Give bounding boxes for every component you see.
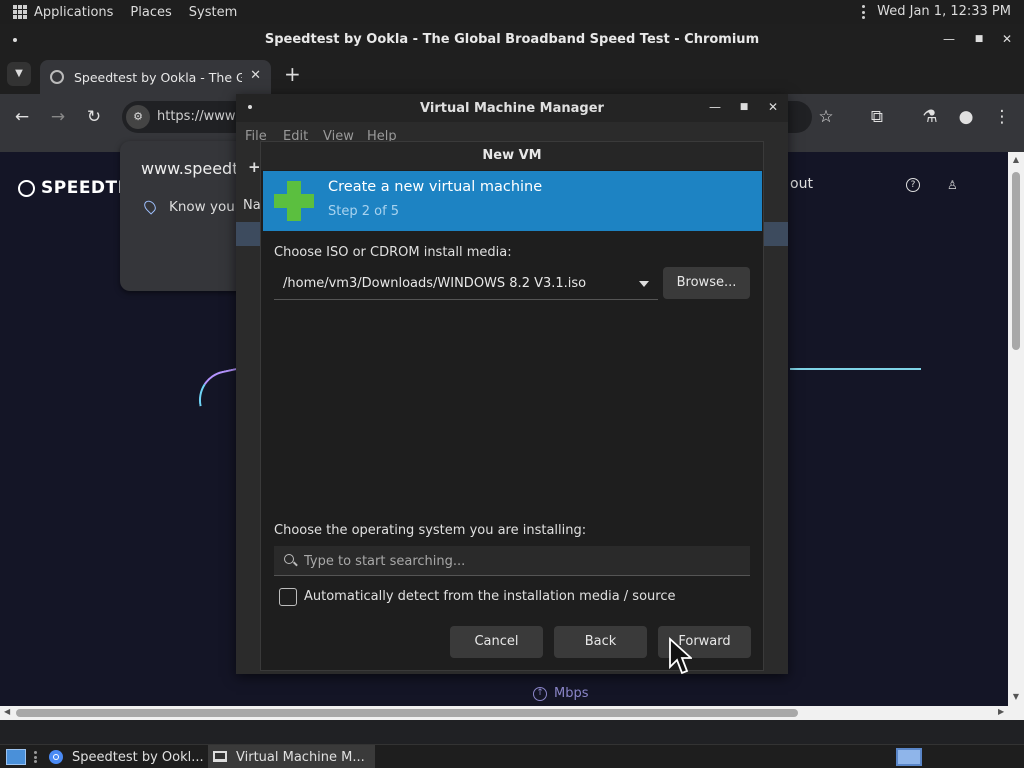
labs-flask-icon[interactable]: ⚗	[919, 106, 941, 128]
gauge-line	[790, 368, 921, 370]
reload-icon[interactable]: ↻	[83, 106, 105, 128]
workspace-switcher[interactable]	[896, 748, 922, 766]
dropdown-caret-icon[interactable]	[639, 281, 649, 287]
scroll-up-icon[interactable]: ▲	[1008, 155, 1024, 164]
nav-about-link[interactable]: out	[790, 176, 813, 192]
url-text[interactable]: https://www	[157, 109, 236, 124]
browser-window-title: Speedtest by Ookla - The Global Broadban…	[264, 32, 760, 47]
tab-strip: ▼ Speedtest by Ookla - The Global Broadb…	[0, 56, 1024, 94]
taskbar-item-vmm[interactable]: Virtual Machine M...	[208, 745, 375, 768]
clock[interactable]: Wed Jan 1, 12:33 PM	[877, 4, 1011, 19]
tab-speedtest[interactable]: Speedtest by Ookla - The Global Broadban…	[40, 60, 271, 94]
taskbar: Speedtest by Ookl... Virtual Machine M..…	[0, 744, 1024, 768]
mbps-label: ↑ Mbps	[533, 686, 589, 701]
forward-arrow-icon[interactable]: →	[47, 106, 69, 128]
maximize-icon[interactable]: ■	[970, 30, 988, 48]
speedtest-logo[interactable]: SPEEDTE	[18, 178, 130, 198]
vertical-scroll-thumb[interactable]	[1012, 172, 1020, 350]
top-panel: Applications Places System Wed Jan 1, 12…	[0, 0, 1024, 24]
scroll-down-icon[interactable]: ▼	[1008, 692, 1024, 701]
os-search-input[interactable]	[304, 550, 734, 572]
taskbar-item-chromium[interactable]: Speedtest by Ookl...	[44, 745, 204, 768]
mbps-text: Mbps	[554, 686, 589, 701]
menu-kebab-icon[interactable]: ⋮	[991, 106, 1013, 128]
chromium-icon	[49, 750, 63, 764]
auto-detect-label[interactable]: Automatically detect from the installati…	[304, 589, 675, 604]
auto-detect-checkbox[interactable]	[279, 588, 297, 606]
panel-overflow-icon[interactable]	[862, 5, 866, 19]
taskbar-handle	[34, 751, 37, 763]
new-vm-header: Create a new virtual machine Step 2 of 5	[263, 171, 762, 231]
vertical-scrollbar[interactable]: ▲ ▼	[1008, 152, 1024, 706]
minimize-icon[interactable]: —	[940, 30, 958, 48]
help-icon[interactable]: ?	[906, 178, 920, 192]
iso-path-value[interactable]: /home/vm3/Downloads/WINDOWS 8.2 V3.1.iso	[283, 276, 586, 291]
scroll-right-icon[interactable]: ▶	[998, 707, 1004, 716]
applications-grid-icon[interactable]	[13, 5, 27, 19]
mouse-cursor-icon	[669, 637, 692, 675]
install-media-label: Choose ISO or CDROM install media:	[274, 245, 512, 260]
cancel-button[interactable]: Cancel	[450, 626, 543, 658]
os-search-field[interactable]	[274, 546, 750, 576]
os-label: Choose the operating system you are inst…	[274, 523, 587, 538]
browser-titlebar: Speedtest by Ookla - The Global Broadban…	[0, 24, 1024, 56]
browse-button[interactable]: Browse...	[663, 267, 750, 299]
horizontal-scroll-thumb[interactable]	[16, 709, 798, 717]
wizard-heading: Create a new virtual machine	[328, 179, 543, 195]
location-suggestion[interactable]: Know your	[169, 199, 240, 215]
menu-system[interactable]: System	[189, 5, 237, 20]
new-vm-dialog: New VM Create a new virtual machine Step…	[260, 141, 764, 671]
bookmark-star-icon[interactable]: ☆	[815, 106, 837, 128]
menu-applications[interactable]: Applications	[34, 5, 113, 20]
speedtest-favicon-icon	[50, 70, 64, 84]
menu-places[interactable]: Places	[130, 5, 171, 20]
new-vm-title: New VM	[261, 142, 763, 170]
tab-label: Speedtest by Ookla - The Global Broadban…	[74, 69, 242, 85]
back-arrow-icon[interactable]: ←	[11, 106, 33, 128]
new-tab-icon[interactable]: +	[284, 62, 301, 86]
taskbar-item-label: Virtual Machine M...	[236, 749, 365, 765]
logo-text: SPEEDTE	[41, 178, 130, 198]
close-icon[interactable]: ✕	[764, 98, 782, 116]
vmm-column-name: Na	[243, 198, 261, 213]
upload-arrow-icon: ↑	[533, 686, 547, 701]
speedtest-gauge-icon	[18, 179, 35, 197]
iso-path-combobox[interactable]: /home/vm3/Downloads/WINDOWS 8.2 V3.1.iso	[274, 268, 658, 300]
tab-close-icon[interactable]: ✕	[250, 68, 261, 83]
suggested-host[interactable]: www.speedt	[141, 159, 238, 178]
location-pin-icon	[141, 198, 159, 215]
extensions-icon[interactable]: ⧉	[866, 106, 888, 128]
vmm-new-icon[interactable]: +	[248, 158, 261, 176]
maximize-icon[interactable]: ■	[735, 98, 753, 116]
close-icon[interactable]: ✕	[998, 30, 1016, 48]
vmm-icon	[213, 751, 227, 762]
scroll-left-icon[interactable]: ◀	[4, 707, 10, 716]
vmm-titlebar: Virtual Machine Manager — ■ ✕	[236, 94, 788, 122]
wizard-step: Step 2 of 5	[328, 204, 400, 219]
minimize-icon[interactable]: —	[706, 98, 724, 116]
profile-icon[interactable]: ●	[955, 106, 977, 128]
user-icon[interactable]: ♙	[947, 178, 961, 192]
horizontal-scrollbar[interactable]: ◀ ▶	[0, 706, 1024, 720]
taskbar-item-label: Speedtest by Ookl...	[72, 749, 204, 765]
show-desktop-icon[interactable]	[6, 749, 26, 765]
site-info-icon[interactable]: ⚙	[126, 105, 150, 129]
add-vm-icon-bar	[274, 194, 314, 208]
back-button[interactable]: Back	[554, 626, 647, 658]
tab-search-icon[interactable]: ▼	[7, 62, 31, 86]
search-icon	[284, 554, 294, 564]
